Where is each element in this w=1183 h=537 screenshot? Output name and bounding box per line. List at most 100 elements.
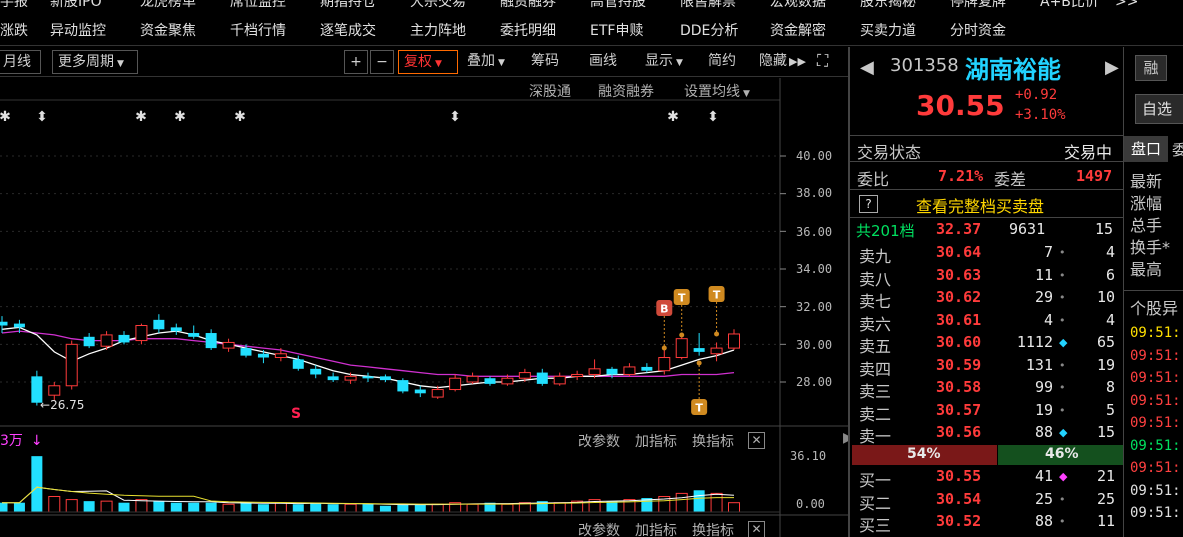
orderbook-row[interactable]: 卖五 30.60 1112 ◆ 65 <box>850 333 1123 356</box>
nav-item[interactable]: 停牌复牌 <box>950 0 1006 12</box>
alert-time[interactable]: 09:51: <box>1130 460 1181 476</box>
level-volume: 99 <box>1034 378 1053 396</box>
price-change-pct: +3.10% <box>1015 107 1066 123</box>
full-orderbook-link[interactable]: 查看完整档买卖盘 <box>916 193 1044 217</box>
star-marker-icon: ✱ <box>135 109 147 125</box>
level-volume: 29 <box>1034 288 1053 306</box>
candle-body <box>222 341 235 349</box>
stock-name[interactable]: 湖南裕能 <box>965 50 1061 85</box>
level-count: 4 <box>1105 243 1115 261</box>
candle-body <box>205 333 217 349</box>
close-icon[interactable]: ✕ <box>748 521 765 537</box>
orderbook-row[interactable]: 卖二 30.57 19 • 5 <box>850 400 1123 424</box>
nav-item[interactable]: 分时资金 <box>950 21 1006 41</box>
orderbook-row[interactable]: 卖六 30.61 4 • 4 <box>850 310 1123 334</box>
level-count: 4 <box>1105 310 1115 329</box>
kline-chart[interactable]: ✱ ⬍ ✱ ✱ ✱ ⬍ ✱ ⬍ BT TT <box>0 0 848 537</box>
candle-body <box>83 336 95 347</box>
candle-body <box>153 319 165 330</box>
candle-body <box>240 348 252 356</box>
candle-body <box>571 373 584 377</box>
price-axis-label: 28.00 <box>796 375 833 389</box>
vol-change-params[interactable]: 改参数 <box>578 431 620 451</box>
alert-time[interactable]: 09:51: <box>1130 415 1181 431</box>
trade-marker-label: B <box>660 303 668 316</box>
price-axis-label: 38.00 <box>796 186 833 200</box>
volume-bar <box>728 502 740 513</box>
volume-bar <box>362 504 374 512</box>
close-icon[interactable]: ✕ <box>748 432 765 449</box>
level-volume: 4 <box>1043 310 1053 329</box>
nav-item[interactable]: A+B比价 <box>1040 0 1099 12</box>
help-icon[interactable]: ? <box>859 195 878 213</box>
candle-body <box>188 333 200 337</box>
orderbook-row[interactable]: 买三 30.52 88 • 11 <box>850 512 1123 535</box>
level-marker-icon: • <box>1059 291 1066 304</box>
candle-body <box>553 375 566 385</box>
vol-unit-value: 3万 <box>0 433 23 449</box>
level-label: 买三 <box>859 516 892 535</box>
level-price: 30.58 <box>936 378 982 396</box>
alert-time[interactable]: 09:51: <box>1130 438 1181 454</box>
alert-time[interactable]: 09:51: <box>1130 348 1181 364</box>
level-count: 21 <box>1096 467 1115 485</box>
divider <box>850 217 1123 218</box>
price-axis-label: 32.00 <box>796 300 833 314</box>
volume-bar <box>135 499 148 513</box>
price-change: +0.92 <box>1015 87 1058 103</box>
bottom-change-params[interactable]: 改参数 <box>578 520 620 537</box>
weibi-value: 7.21% <box>938 167 984 185</box>
level-volume: 88 <box>1034 423 1053 441</box>
candle-body <box>588 368 601 375</box>
vol-switch-indicator[interactable]: 换指标 <box>692 431 734 451</box>
level-price: 30.54 <box>936 489 982 508</box>
alert-time[interactable]: 09:51: <box>1130 325 1181 341</box>
level-count: 8 <box>1105 378 1115 396</box>
level-price: 30.60 <box>936 333 982 351</box>
price-axis-label: 40.00 <box>796 149 833 163</box>
next-stock-icon[interactable]: ▶ <box>1105 57 1119 78</box>
vol-add-indicator[interactable]: 加指标 <box>635 431 677 451</box>
level-label: 卖九 <box>859 247 892 266</box>
total-levels-cnt: 15 <box>1095 220 1114 238</box>
candle-body <box>484 378 496 384</box>
volume-bar <box>327 504 339 512</box>
divider <box>850 135 1123 136</box>
candle-body <box>310 368 322 375</box>
marker-dot <box>696 360 702 366</box>
orderbook-row[interactable]: 卖一 30.56 88 ◆ 15 <box>850 423 1123 446</box>
vol-unit-label: 3万 ↓ <box>0 430 43 450</box>
quote-field-label: 涨幅 <box>1130 194 1163 213</box>
candle-body <box>327 376 339 381</box>
alert-time[interactable]: 09:51: <box>1130 370 1181 386</box>
level-volume: 19 <box>1034 400 1053 419</box>
nav-item[interactable]: >> <box>1115 0 1138 12</box>
level-volume: 88 <box>1034 512 1053 530</box>
orderbook-row[interactable]: 卖八 30.63 11 • 6 <box>850 265 1123 289</box>
marker-dot <box>679 332 685 338</box>
candle-body <box>65 343 78 387</box>
prev-stock-icon[interactable]: ◀ <box>860 57 874 78</box>
alert-time[interactable]: 09:51: <box>1130 505 1181 521</box>
bottom-add-indicator[interactable]: 加指标 <box>635 520 677 537</box>
orderbook-row[interactable]: 卖四 30.59 131 • 19 <box>850 356 1123 379</box>
orderbook-row[interactable]: 买二 30.54 25 • 25 <box>850 489 1123 513</box>
trade-marker-label: T <box>713 289 721 302</box>
nav-item[interactable]: 买卖力道 <box>860 21 916 41</box>
orderbook-row[interactable]: 卖三 30.58 99 • 8 <box>850 378 1123 401</box>
alert-time[interactable]: 09:51: <box>1130 483 1181 499</box>
tab-wei[interactable]: 委 <box>1172 139 1183 160</box>
nav-item[interactable]: 股东揭秘 <box>860 0 916 12</box>
volume-bar <box>0 502 8 512</box>
level-count: 6 <box>1105 265 1115 284</box>
orderbook-row[interactable]: 卖九 30.64 7 • 4 <box>850 243 1123 266</box>
level-marker-icon: • <box>1059 381 1066 394</box>
orderbook-row[interactable]: 卖七 30.62 29 • 10 <box>850 288 1123 311</box>
level-label: 卖八 <box>859 269 892 289</box>
volume-bar <box>553 502 566 513</box>
alert-time[interactable]: 09:51: <box>1130 393 1181 409</box>
candle-body <box>501 377 514 385</box>
tab-pankou[interactable]: 盘口 <box>1124 136 1168 162</box>
bottom-switch-indicator[interactable]: 换指标 <box>692 520 734 537</box>
orderbook-row[interactable]: 买一 30.55 41 ◆ 21 <box>850 467 1123 490</box>
